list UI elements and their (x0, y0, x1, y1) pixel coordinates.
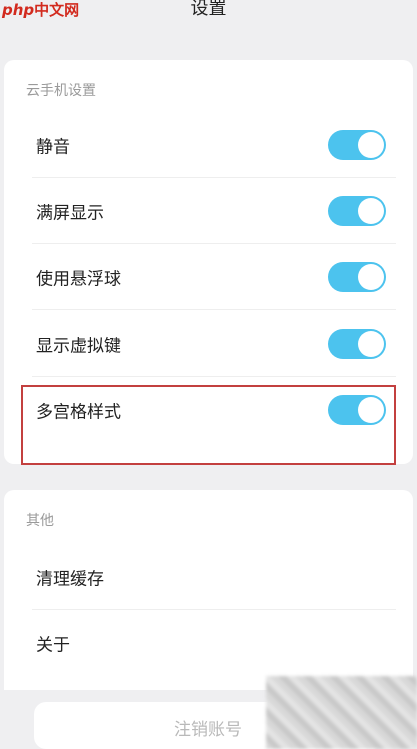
setting-label: 使用悬浮球 (36, 269, 121, 290)
toggle-knob (358, 264, 384, 290)
divider (32, 309, 396, 310)
virtual-keys-toggle[interactable] (328, 329, 386, 359)
blurred-area (266, 676, 417, 749)
setting-row-floating-ball[interactable]: 使用悬浮球 (32, 244, 396, 310)
logout-label: 注销账号 (174, 720, 242, 740)
toggle-knob (358, 132, 384, 158)
toggle-knob (358, 331, 384, 357)
setting-label: 静音 (36, 137, 70, 158)
setting-label: 清理缓存 (36, 569, 104, 590)
setting-row-mute[interactable]: 静音 (32, 112, 396, 178)
setting-label: 显示虚拟键 (36, 336, 121, 357)
toggle-knob (358, 198, 384, 224)
page-title: 设置 (190, 0, 227, 19)
setting-row-fullscreen[interactable]: 满屏显示 (32, 178, 396, 244)
section-title-other: 其他 (26, 513, 54, 529)
setting-label: 满屏显示 (36, 203, 104, 224)
setting-row-about[interactable]: 关于 (32, 610, 386, 676)
section-title-cloud-phone: 云手机设置 (26, 83, 96, 99)
setting-label: 关于 (36, 635, 70, 656)
highlight-box (21, 385, 396, 465)
floating-ball-toggle[interactable] (328, 262, 386, 292)
mute-toggle[interactable] (328, 130, 386, 160)
setting-row-clear-cache[interactable]: 清理缓存 (32, 544, 396, 610)
fullscreen-toggle[interactable] (328, 196, 386, 226)
settings-card-other: 其他 清理缓存 关于 (4, 490, 413, 690)
setting-row-virtual-keys[interactable]: 显示虚拟键 (32, 311, 396, 377)
